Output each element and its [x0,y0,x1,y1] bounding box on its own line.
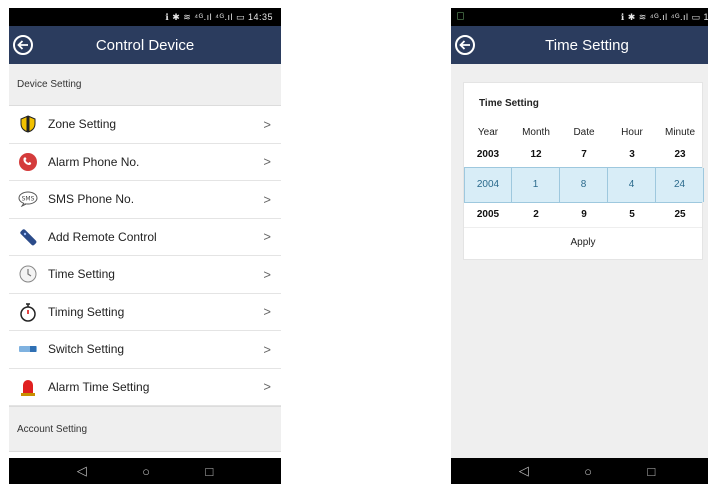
minute-next[interactable]: 25 [656,203,704,227]
hour-prev[interactable]: 3 [608,143,656,167]
account-setting-header: Account Setting [9,406,281,452]
remote-icon [17,226,39,248]
hour-header: Hour [621,127,643,138]
add-remote-control-item[interactable]: Add Remote Control > [9,219,281,256]
chevron-right-icon: > [263,379,271,395]
year-next[interactable]: 2005 [464,203,512,227]
time-setting-item[interactable]: Time Setting > [9,256,281,294]
chevron-right-icon: > [263,229,271,245]
status-bar: ℹ︎ ✱ ≋ ⁴ᴳ.ıl ⁴ᴳ.ıl ▭ 14:4 [451,8,708,26]
back-button[interactable] [13,35,33,55]
sms-phone-item[interactable]: SMS SMS Phone No. > [9,181,281,219]
notification-icon [457,12,464,20]
hour-next[interactable]: 5 [608,203,656,227]
minute-header: Minute [664,127,695,138]
back-nav-icon[interactable]: ◁ [77,463,87,479]
minute-prev[interactable]: 23 [656,143,704,167]
year-picker[interactable]: 2004 [464,168,512,202]
system-nav-bar: ◁ ○ □ [9,458,281,484]
apply-button[interactable]: Apply [464,227,702,257]
home-nav-icon[interactable]: ○ [142,464,150,479]
stopwatch-icon [17,301,39,323]
next-values-row: 2005 2 9 5 25 [464,203,702,227]
item-label: Alarm Phone No. [48,154,140,169]
date-prev[interactable]: 7 [560,143,608,167]
system-nav-bar: ◁ ○ □ [451,458,708,484]
item-label: Alarm Time Setting [48,379,150,394]
minute-picker[interactable]: 24 [656,168,704,202]
recent-apps-icon[interactable]: □ [647,464,655,479]
chevron-right-icon: > [263,154,271,170]
zone-setting-item[interactable]: Zone Setting > [9,106,281,144]
phone-icon [17,151,39,173]
arrow-left-icon [459,40,470,50]
item-label: Timing Setting [48,304,125,319]
item-label: Time Setting [48,267,115,282]
svg-text:SMS: SMS [22,196,35,203]
chevron-right-icon: > [263,266,271,282]
chevron-right-icon: > [263,341,271,357]
control-device-screen: ℹ︎ ✱ ≋ ⁴ᴳ.ıl ⁴ᴳ.ıl ▭ 14:35 Control Devic… [9,8,281,484]
clock-icon [17,263,39,285]
back-nav-icon[interactable]: ◁ [519,463,529,479]
year-header: Year [477,127,499,138]
previous-values-row: 2003 12 7 3 23 [464,143,702,167]
switch-icon [17,338,39,360]
chevron-right-icon: > [263,116,271,132]
month-prev[interactable]: 12 [512,143,560,167]
device-settings-list: Zone Setting > Alarm Phone No. > SMS SMS… [9,106,281,406]
recent-apps-icon[interactable]: □ [205,464,213,479]
time-setting-screen: ℹ︎ ✱ ≋ ⁴ᴳ.ıl ⁴ᴳ.ıl ▭ 14:4 Time Setting T… [451,8,708,484]
date-header: Date [573,127,595,138]
month-next[interactable]: 2 [512,203,560,227]
status-bar: ℹ︎ ✱ ≋ ⁴ᴳ.ıl ⁴ᴳ.ıl ▭ 14:35 [9,8,281,26]
back-button[interactable] [455,35,475,55]
shield-icon [17,113,39,135]
status-text: ℹ︎ ✱ ≋ ⁴ᴳ.ıl ⁴ᴳ.ıl ▭ 14:35 [159,11,273,22]
alarm-light-icon [17,376,39,398]
card-title: Time Setting [479,98,539,109]
item-label: Zone Setting [48,117,117,132]
item-label: Add Remote Control [48,229,157,244]
selected-values-row: 2004 1 8 4 24 [464,167,704,203]
page-title: Time Setting [545,36,629,54]
chevron-right-icon: > [263,191,271,207]
item-label: SMS Phone No. [48,192,135,207]
switch-setting-item[interactable]: Switch Setting > [9,331,281,369]
title-bar: Time Setting [451,26,708,64]
date-picker[interactable]: 8 [560,168,608,202]
time-picker-card: Time Setting Year Month Date Hour Minute… [463,82,704,260]
hour-picker[interactable]: 4 [608,168,656,202]
title-bar: Control Device [9,26,281,64]
device-setting-header: Device Setting [9,64,281,106]
alarm-phone-item[interactable]: Alarm Phone No. > [9,144,281,181]
arrow-left-icon [17,40,28,50]
status-text: ℹ︎ ✱ ≋ ⁴ᴳ.ıl ⁴ᴳ.ıl ▭ 14:4 [620,11,708,22]
date-next[interactable]: 9 [560,203,608,227]
item-label: Switch Setting [48,342,125,357]
year-prev[interactable]: 2003 [464,143,512,167]
chevron-right-icon: > [263,304,271,320]
alarm-time-setting-item[interactable]: Alarm Time Setting > [9,369,281,406]
sms-icon: SMS [17,188,39,210]
page-title: Control Device [95,36,195,54]
month-header: Month [522,127,550,138]
column-headers: Year Month Date Hour Minute [464,123,702,143]
timing-setting-item[interactable]: Timing Setting > [9,294,281,331]
home-nav-icon[interactable]: ○ [584,464,592,479]
month-picker[interactable]: 1 [512,168,560,202]
